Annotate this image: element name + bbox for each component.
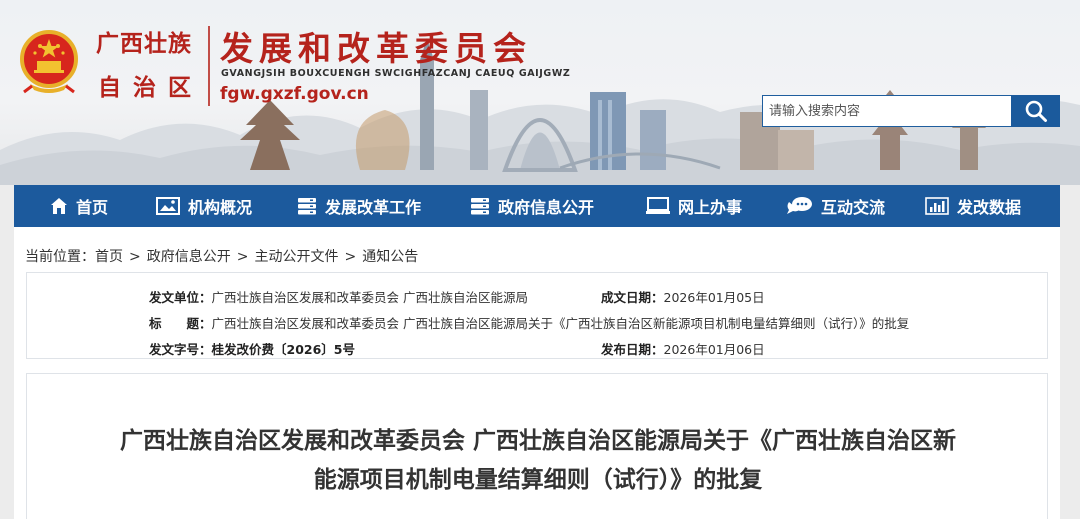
nav-item-gov-info[interactable]: 政府信息公开	[470, 185, 594, 227]
org-name: 发展和改革委员会	[220, 29, 532, 68]
document-meta-box: 发文单位：广西壮族自治区发展和改革委员会 广西壮族自治区能源局 成文日期：202…	[26, 272, 1048, 359]
nav-item-overview[interactable]: 机构概况	[156, 185, 252, 227]
province-name-line2: 自治区	[98, 74, 203, 101]
nav-item-label: 互动交流	[821, 198, 886, 217]
server-icon	[298, 198, 316, 215]
server-icon	[471, 198, 489, 215]
breadcrumb-link-home[interactable]: 首页	[95, 249, 123, 265]
meta-doc-number-label: 发文字号：	[149, 342, 212, 357]
search-input[interactable]	[762, 95, 1011, 127]
nav-item-label: 网上办事	[678, 198, 743, 217]
nav-item-label: 发展改革工作	[325, 198, 422, 217]
nav-item-label: 首页	[76, 198, 109, 217]
nav-item-interaction[interactable]: 互动交流	[785, 185, 885, 227]
main-nav: 首页 机构概况 发展改革工作 政府信息公开 网上办事 互动交流 发改数据	[14, 185, 1060, 227]
article-title: 广西壮族自治区发展和改革委员会 广西壮族自治区能源局关于《广西壮族自治区新 能源…	[27, 422, 1049, 500]
nav-item-data[interactable]: 发改数据	[925, 185, 1021, 227]
nav-item-label: 发改数据	[957, 198, 1022, 217]
breadcrumb: 当前位置：首页 > 政府信息公开 > 主动公开文件 > 通知公告	[25, 246, 418, 266]
nav-item-label: 机构概况	[188, 198, 253, 217]
nav-item-reform-work[interactable]: 发展改革工作	[297, 185, 421, 227]
nav-item-label: 政府信息公开	[498, 198, 595, 217]
province-name-line1: 广西壮族	[96, 30, 192, 57]
meta-title-label: 标 题：	[149, 316, 212, 331]
meta-date-written-label: 成文日期：	[601, 290, 664, 305]
article-title-line2: 能源项目机制电量结算细则（试行）》的批复	[313, 467, 763, 493]
meta-title: 标 题：广西壮族自治区发展和改革委员会 广西壮族自治区能源局关于《广西壮族自治区…	[149, 313, 909, 332]
meta-doc-number-value: 桂发改价费〔2026〕5号	[211, 342, 356, 357]
monitor-icon	[646, 197, 670, 214]
main-content: 当前位置：首页 > 政府信息公开 > 主动公开文件 > 通知公告 发文单位：广西壮族自治区发…	[14, 227, 1060, 519]
article-panel: 广西壮族自治区发展和改革委员会 广西壮族自治区能源局关于《广西壮族自治区新 能源…	[26, 373, 1048, 519]
breadcrumb-link-public-files[interactable]: 主动公开文件	[254, 249, 338, 265]
meta-date-written-value: 2026年01月05日	[663, 290, 765, 305]
meta-publish-date: 发布日期：2026年01月06日	[601, 339, 765, 358]
nav-item-home[interactable]: 首页	[50, 185, 108, 227]
breadcrumb-separator: >	[236, 249, 249, 265]
national-emblem-icon	[20, 30, 78, 94]
meta-date-written: 成文日期：2026年01月05日	[601, 287, 765, 306]
province-name: 广西壮族 自治区	[96, 22, 206, 108]
article-title-line1: 广西壮族自治区发展和改革委员会 广西壮族自治区能源局关于《广西壮族自治区新	[119, 428, 956, 454]
home-icon	[51, 198, 67, 214]
meta-doc-number: 发文字号：桂发改价费〔2026〕5号	[149, 339, 355, 358]
nav-item-online-service[interactable]: 网上办事	[646, 185, 742, 227]
breadcrumb-prefix: 当前位置：	[25, 249, 95, 265]
breadcrumb-link-gov-info[interactable]: 政府信息公开	[147, 249, 231, 265]
meta-issuer: 发文单位：广西壮族自治区发展和改革委员会 广西壮族自治区能源局	[149, 287, 528, 306]
meta-publish-date-label: 发布日期：	[601, 342, 664, 357]
site-header: 广西壮族 自治区 发展和改革委员会 GVANGJSIH BOUXCUENGH S…	[0, 0, 1080, 185]
meta-issuer-label: 发文单位：	[149, 290, 212, 305]
bar-chart-icon	[925, 197, 949, 215]
meta-issuer-value: 广西壮族自治区发展和改革委员会 广西壮族自治区能源局	[211, 290, 528, 305]
search-button[interactable]	[1011, 95, 1060, 127]
org-name-english: GVANGJSIH BOUXCUENGH SWCIGHFAZCANJ CAEUQ…	[221, 68, 571, 79]
breadcrumb-separator: >	[129, 249, 141, 265]
meta-publish-date-value: 2026年01月06日	[663, 342, 765, 357]
header-divider	[208, 26, 210, 106]
breadcrumb-separator: >	[344, 249, 357, 265]
meta-title-value: 广西壮族自治区发展和改革委员会 广西壮族自治区能源局关于《广西壮族自治区新能源项…	[211, 316, 910, 331]
breadcrumb-link-notices[interactable]: 通知公告	[362, 249, 418, 265]
search-icon	[1025, 100, 1047, 122]
search-box	[762, 95, 1060, 127]
image-icon	[156, 197, 180, 215]
site-domain: fgw.gxzf.gov.cn	[220, 84, 369, 104]
chat-icon	[787, 197, 812, 214]
